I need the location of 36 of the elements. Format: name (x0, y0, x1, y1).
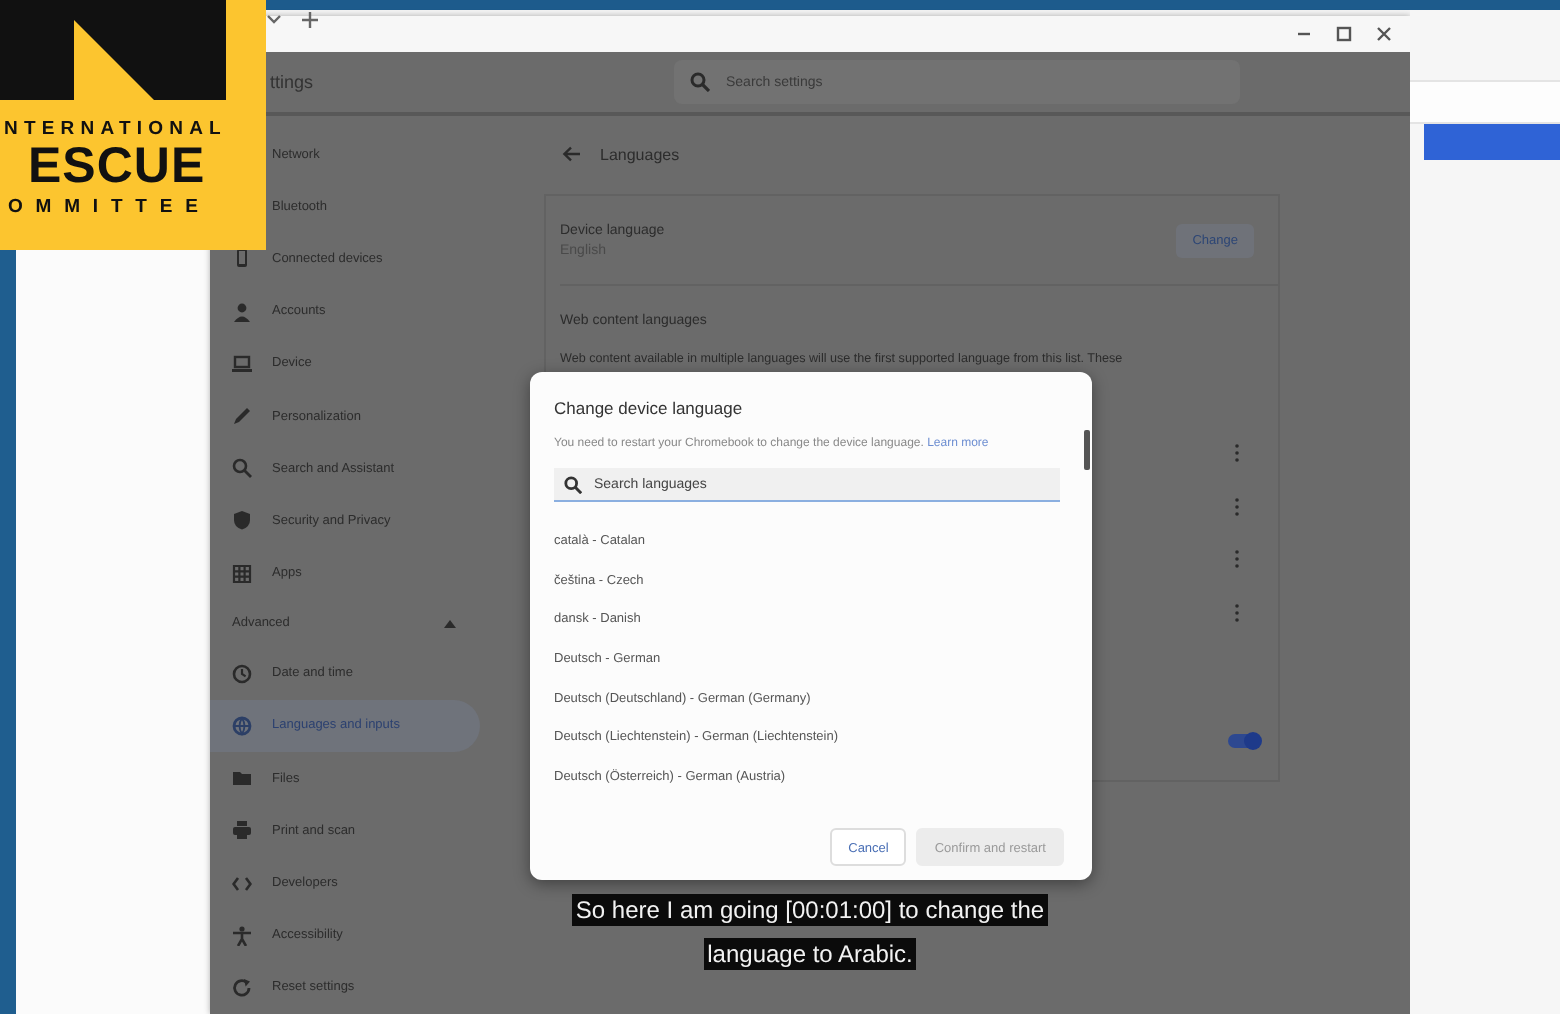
folder-icon (232, 768, 252, 789)
laptop-icon (232, 353, 252, 374)
caret-up-icon (444, 619, 456, 628)
reset-icon (232, 977, 252, 998)
phone-icon (232, 248, 252, 269)
page-title: Languages (600, 145, 680, 163)
person-icon (232, 301, 252, 322)
more-options-icon[interactable] (1234, 550, 1240, 569)
logo-text: NTERNATIONAL (2, 118, 229, 140)
chevron-icon[interactable] (266, 14, 282, 26)
shield-icon (232, 510, 252, 531)
search-icon (564, 476, 582, 494)
figure-icon (232, 925, 252, 946)
app-title: ttings (268, 72, 316, 92)
plus-icon[interactable] (302, 12, 318, 28)
scrollbar-thumb[interactable] (1084, 430, 1090, 470)
globe-icon (232, 715, 252, 736)
dialog-title: Change device language (554, 396, 745, 418)
printer-icon (232, 820, 252, 841)
search-icon (232, 458, 252, 479)
close-icon[interactable] (1376, 26, 1392, 42)
more-options-icon[interactable] (1234, 603, 1240, 622)
code-icon (232, 873, 252, 894)
toolbar (1424, 124, 1560, 160)
clock-icon (232, 663, 252, 684)
maximize-icon[interactable] (1336, 26, 1352, 42)
pencil-icon (232, 406, 252, 427)
logo-mark-icon (0, 0, 226, 100)
toggle-switch[interactable] (1228, 733, 1258, 748)
search-icon (690, 72, 710, 92)
logo-text: OMMITTEE (6, 196, 213, 218)
logo-text: ESCUE (26, 142, 208, 192)
more-options-icon[interactable] (1234, 497, 1240, 516)
more-options-icon[interactable] (1234, 443, 1240, 462)
back-arrow-icon[interactable] (562, 146, 580, 162)
grid-icon (232, 563, 252, 584)
